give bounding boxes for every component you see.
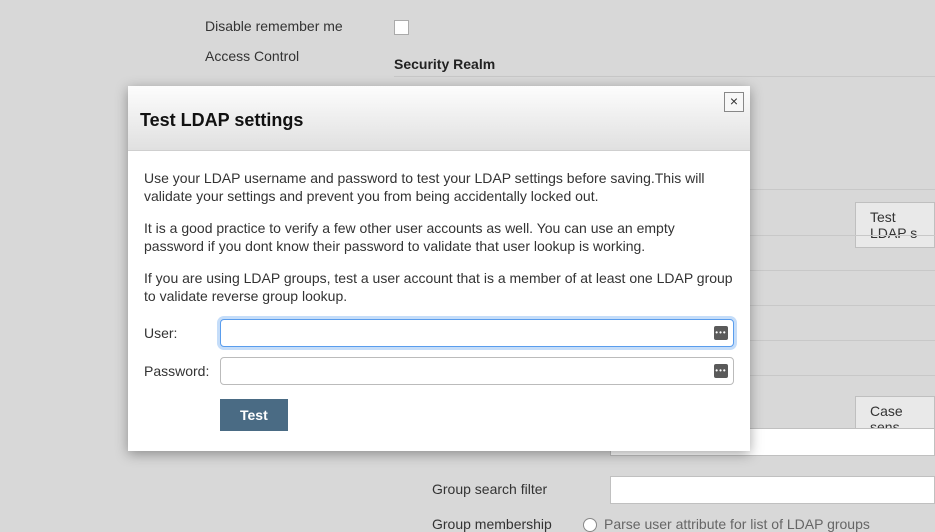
user-input[interactable] [220, 319, 734, 347]
user-row: User: ••• [144, 319, 734, 347]
password-input[interactable] [220, 357, 734, 385]
password-label: Password: [144, 363, 220, 379]
group-search-filter-input[interactable] [610, 476, 935, 504]
group-membership-radio-label: Parse user attribute for list of LDAP gr… [604, 516, 870, 532]
password-row: Password: ••• [144, 357, 734, 385]
test-ldap-settings-dialog: Test LDAP settings × Use your LDAP usern… [128, 86, 750, 451]
dialog-body: Use your LDAP username and password to t… [128, 151, 750, 451]
test-ldap-settings-button[interactable]: Test LDAP s [855, 202, 935, 248]
dialog-intro-text-3: If you are using LDAP groups, test a use… [144, 269, 734, 305]
close-icon[interactable]: × [724, 92, 744, 112]
autofill-icon[interactable]: ••• [714, 326, 728, 340]
group-membership-radio[interactable] [583, 518, 597, 532]
divider-line [394, 76, 935, 77]
disable-remember-me-label: Disable remember me [205, 18, 343, 34]
autofill-icon[interactable]: ••• [714, 364, 728, 378]
access-control-label: Access Control [205, 48, 299, 64]
user-label: User: [144, 325, 220, 341]
dialog-intro-text-2: It is a good practice to verify a few ot… [144, 219, 734, 255]
disable-remember-me-checkbox[interactable] [394, 20, 409, 35]
group-membership-label: Group membership [432, 516, 552, 532]
dialog-title: Test LDAP settings [140, 110, 303, 131]
dialog-intro-text-1: Use your LDAP username and password to t… [144, 169, 734, 205]
test-button[interactable]: Test [220, 399, 288, 431]
security-realm-heading: Security Realm [394, 56, 495, 72]
dialog-header: Test LDAP settings × [128, 86, 750, 151]
group-search-filter-label: Group search filter [432, 481, 547, 497]
